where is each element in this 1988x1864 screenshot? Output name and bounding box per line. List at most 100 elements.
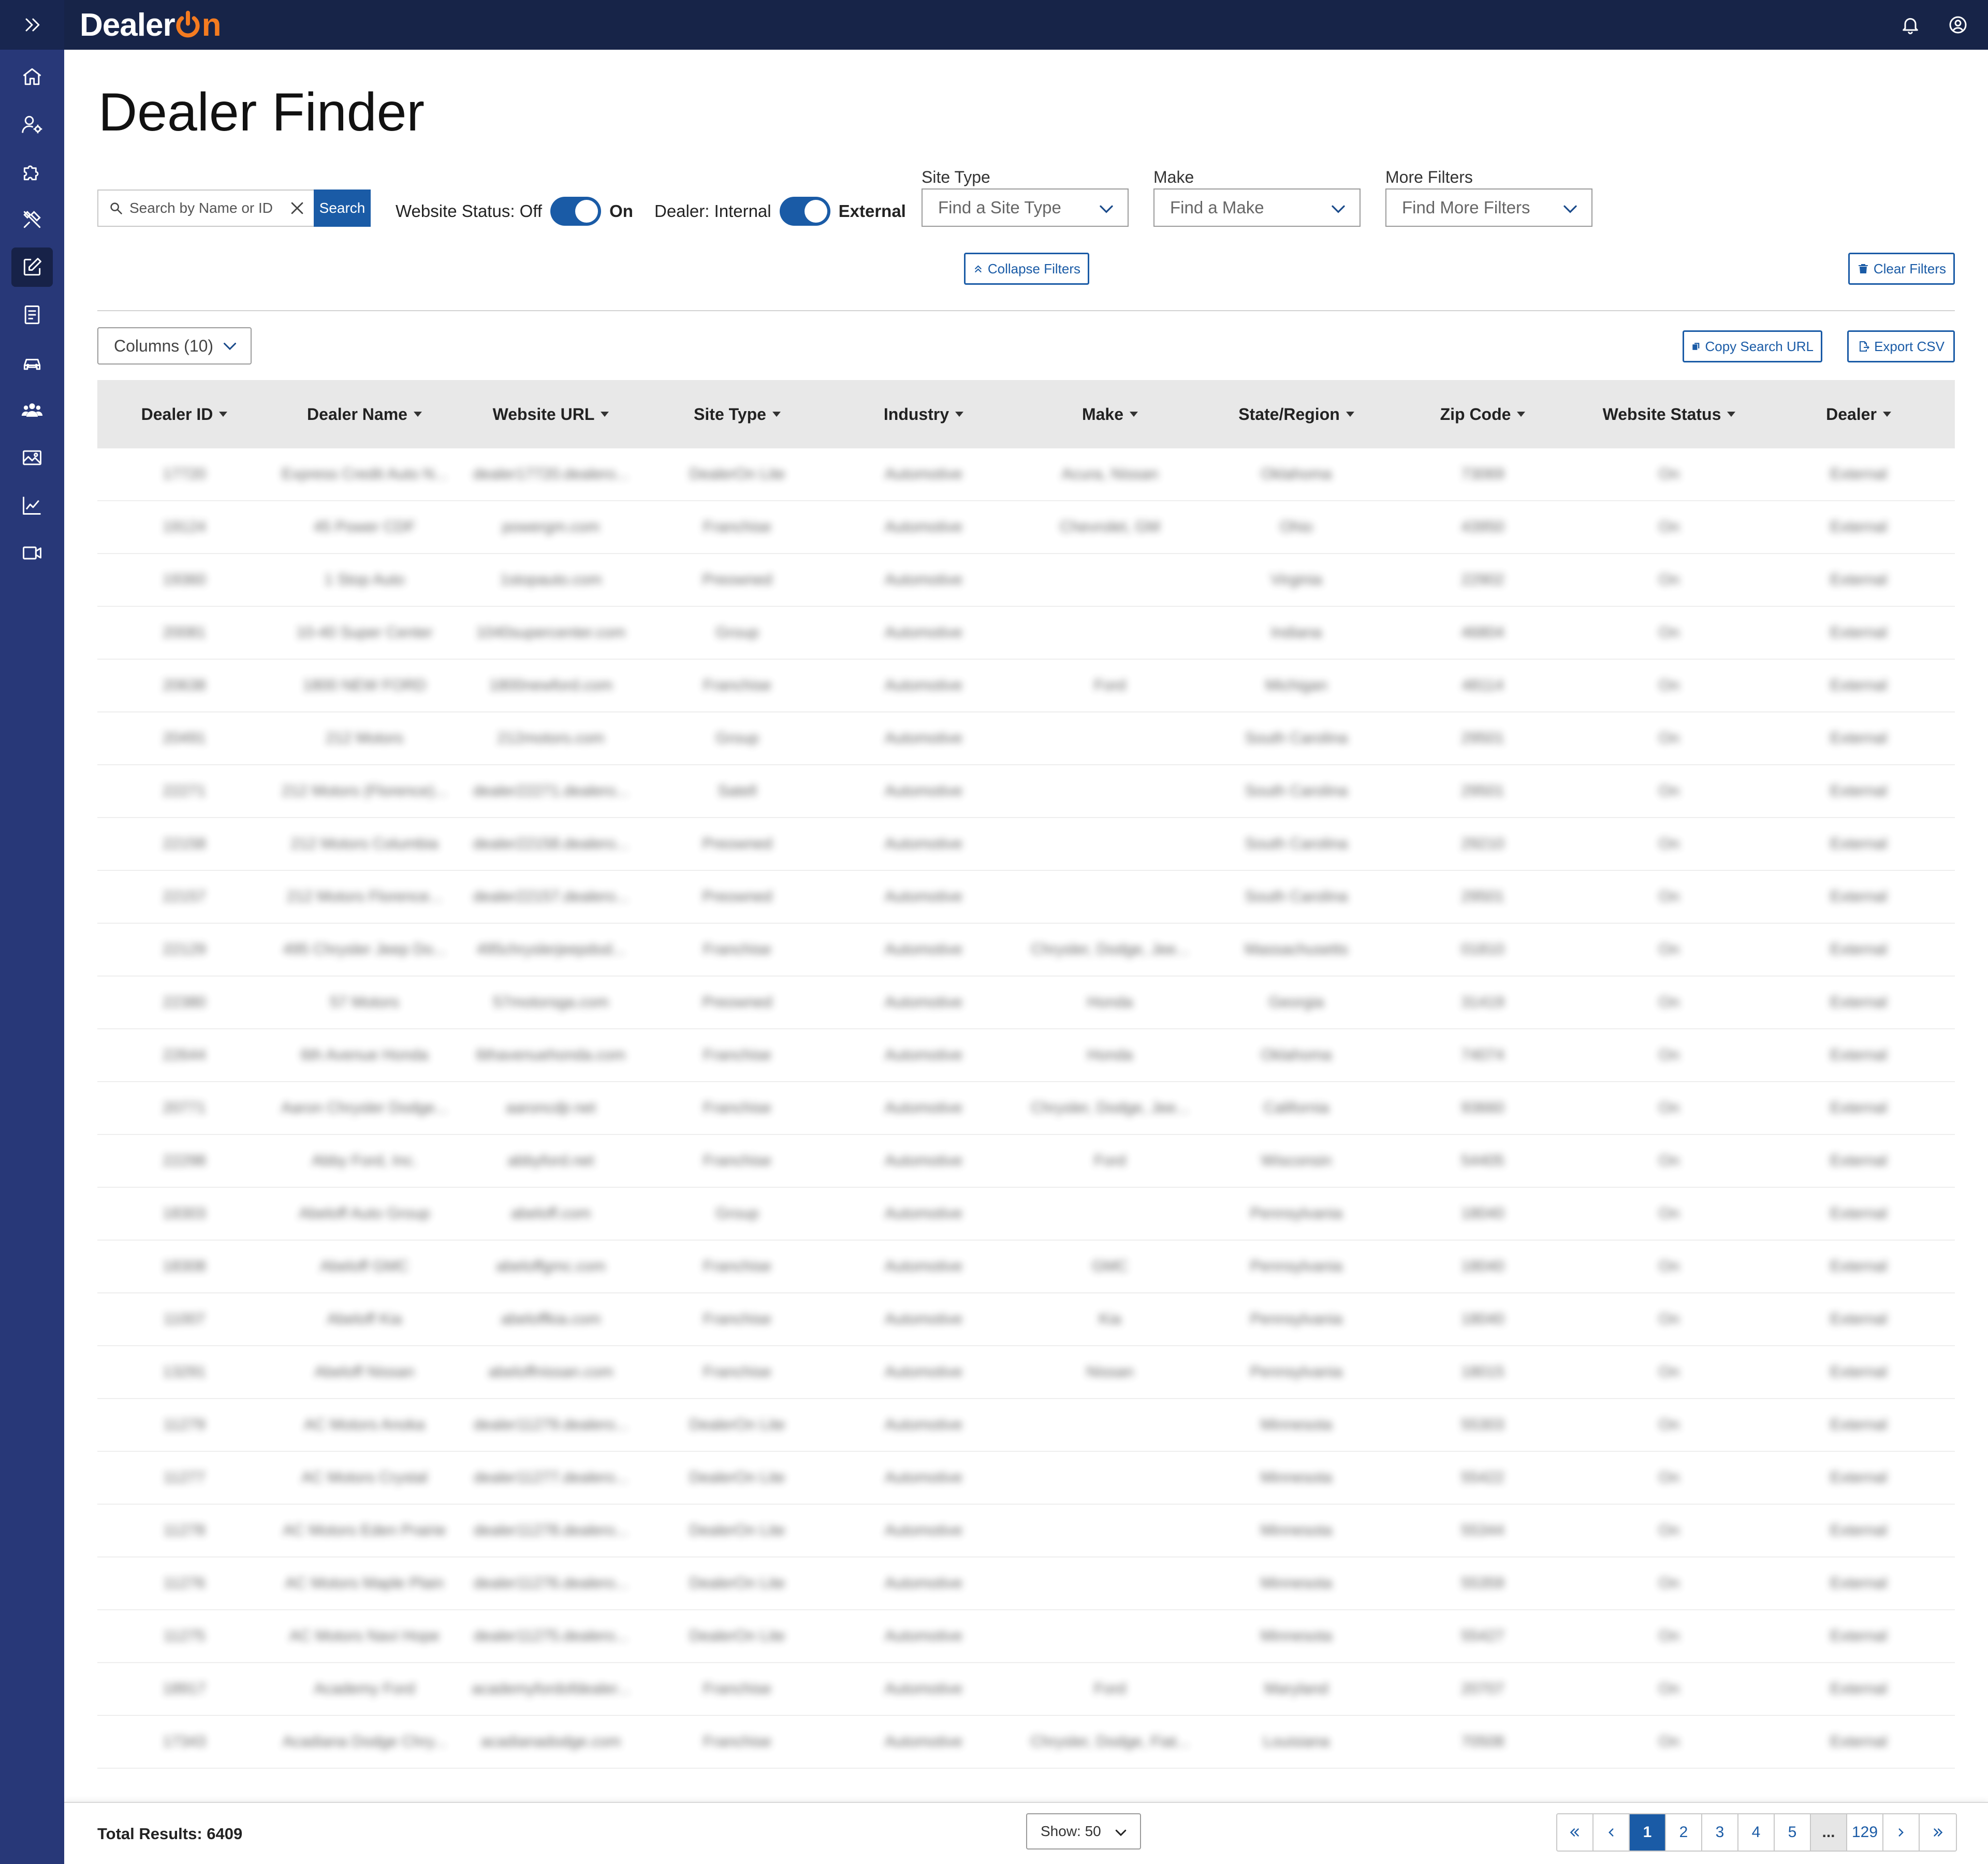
sidebar-item-dealer-finder[interactable] <box>11 247 53 287</box>
table-row[interactable]: 11276 AC Motors Maple Plain dealer11276.de… <box>97 1557 1955 1610</box>
table-row[interactable]: 22298 Abby Ford, Inc. abbyford.net Franchis… <box>97 1135 1955 1188</box>
site-type-select[interactable]: Find a Site Type <box>922 188 1129 227</box>
website-url-cell: powergm.com <box>502 518 600 535</box>
table-row[interactable]: 11007 Abeloff Kia abeloffkia.com Franchise A… <box>97 1293 1955 1346</box>
dealer-cell: External <box>1830 465 1888 483</box>
sidebar-item-documents[interactable] <box>11 295 53 334</box>
notifications-button[interactable] <box>1898 12 1923 37</box>
dealer-cell: External <box>1830 1363 1888 1380</box>
zip-code-cell: 20707 <box>1461 1680 1504 1697</box>
table-row[interactable]: 22644 6th Avenue Honda 6thavenuehonda.com F… <box>97 1029 1955 1082</box>
clear-filters-button[interactable]: Clear Filters <box>1848 253 1955 285</box>
column-header-dealer[interactable]: Dealer <box>1762 405 1955 424</box>
page-button-4[interactable]: 4 <box>1738 1814 1775 1851</box>
column-header-site-type[interactable]: Site Type <box>644 405 830 424</box>
site-type-cell: DealerOn Lite <box>689 1469 785 1486</box>
sidebar-item-video[interactable] <box>11 533 53 573</box>
table-row[interactable]: 11275 AC Motors Navi Hope dealer11275.deal… <box>97 1610 1955 1663</box>
sidebar-item-tools[interactable] <box>11 200 53 239</box>
page-button-1[interactable]: 1 <box>1630 1814 1666 1851</box>
table-row[interactable]: 11277 AC Motors Crystal dealer11277.dealer… <box>97 1452 1955 1505</box>
column-header-industry[interactable]: Industry <box>830 405 1017 424</box>
more-filters-select[interactable]: Find More Filters <box>1385 188 1592 227</box>
column-header-zip-code[interactable]: Zip Code <box>1390 405 1576 424</box>
page-button-129[interactable]: 129 <box>1847 1814 1883 1851</box>
table-row[interactable]: 19124 45 Power CDF powergm.com Franchise Aut… <box>97 501 1955 554</box>
website-url-cell: dealer11276.dealero... <box>473 1575 628 1592</box>
table-row[interactable]: 20771 Aaron Chrysler Dodge... aaroncdjr.ne… <box>97 1082 1955 1135</box>
sidebar-item-user-settings[interactable] <box>11 105 53 144</box>
zip-code-cell: 55359 <box>1461 1575 1504 1592</box>
chart-icon <box>23 497 41 515</box>
account-button[interactable] <box>1946 12 1970 37</box>
search-button[interactable]: Search <box>314 190 371 227</box>
table-row[interactable]: 22271 212 Motors (Florence)... dealer22271… <box>97 765 1955 818</box>
dealer-id-cell: 18303 <box>163 1205 206 1222</box>
website-url-cell: 1800newford.com <box>489 677 613 694</box>
filters-divider <box>97 310 1955 311</box>
industry-cell: Automotive <box>884 1310 963 1328</box>
table-row[interactable]: 18308 Abeloff GMC abeloffgmc.com Franchise A… <box>97 1241 1955 1293</box>
dealer-type-toggle[interactable] <box>779 197 830 226</box>
table-row[interactable]: 11278 AC Motors Eden Prairie dealer11278.d… <box>97 1505 1955 1557</box>
table-row[interactable]: 19360 1 Stop Auto 1stopauto.com Preowned Aut… <box>97 554 1955 607</box>
column-header-website-url[interactable]: Website URL <box>458 405 644 424</box>
table-row[interactable]: 11279 AC Motors Anoka dealer11279.dealero.… <box>97 1399 1955 1452</box>
next-page-button[interactable] <box>1883 1814 1920 1851</box>
dealer-id-cell: 18308 <box>163 1258 206 1275</box>
dealeron-logo[interactable]: Dealer n <box>80 6 221 43</box>
search-input[interactable]: Search by Name or ID <box>97 190 314 227</box>
table-row[interactable]: 22380 57 Motors 57motorsga.com Preowned Auto… <box>97 977 1955 1029</box>
dealer-cell: External <box>1830 518 1888 535</box>
copy-search-url-button[interactable]: Copy Search URL <box>1683 330 1822 362</box>
sidebar-item-home[interactable] <box>11 57 53 96</box>
table-row[interactable]: 18917 Academy Ford academyfordofdealer... F… <box>97 1663 1955 1716</box>
collapse-filters-button[interactable]: Collapse Filters <box>964 253 1089 285</box>
page-size-select[interactable]: Show: 50 <box>1026 1813 1141 1850</box>
website-status-cell: On <box>1658 1416 1680 1433</box>
sidebar-item-inventory[interactable] <box>11 343 53 382</box>
sidebar-item-analytics[interactable] <box>11 486 53 525</box>
state-region-cell: California <box>1263 1099 1329 1116</box>
column-header-dealer-name[interactable]: Dealer Name <box>271 405 458 424</box>
website-status-cell: On <box>1658 1733 1680 1750</box>
sidebar-expand-button[interactable] <box>0 0 64 50</box>
dealer-id-cell: 20638 <box>163 677 206 694</box>
zip-code-cell: 29210 <box>1461 835 1504 852</box>
columns-select[interactable]: Columns (10) <box>97 327 252 365</box>
website-url-cell: dealer22157.dealero... <box>473 888 629 905</box>
previous-page-button[interactable] <box>1594 1814 1630 1851</box>
sidebar-item-media[interactable] <box>11 438 53 477</box>
sidebar-item-integrations[interactable] <box>11 152 53 192</box>
website-status-toggle[interactable] <box>550 197 602 226</box>
table-row[interactable]: 17720 Express Credit Auto N... dealer17720… <box>97 448 1955 501</box>
table-row[interactable]: 17343 Acadiana Dodge Chry... acadianadodge… <box>97 1716 1955 1769</box>
website-status-cell: On <box>1658 941 1680 958</box>
table-row[interactable]: 18303 Abeloff Auto Group abeloff.com Group A… <box>97 1188 1955 1241</box>
page-button-3[interactable]: 3 <box>1702 1814 1738 1851</box>
dealer-id-cell: 11007 <box>163 1310 206 1328</box>
table-row[interactable]: 22157 212 Motors Florence... dealer22157.d… <box>97 871 1955 924</box>
table-row[interactable]: 22129 495 Chrysler Jeep Do... 495chryslerj… <box>97 924 1955 977</box>
column-header-dealer-id[interactable]: Dealer ID <box>97 405 271 424</box>
first-page-button[interactable] <box>1557 1814 1594 1851</box>
page-button-5[interactable]: 5 <box>1775 1814 1811 1851</box>
table-row[interactable]: 20638 1800 NEW FORD 1800newford.com Franchi… <box>97 660 1955 712</box>
table-row[interactable]: 20081 10-40 Super Center 1040supercenter.c… <box>97 607 1955 660</box>
page-button-2[interactable]: 2 <box>1666 1814 1702 1851</box>
clear-search-button[interactable] <box>286 197 309 220</box>
export-csv-button[interactable]: Export CSV <box>1847 330 1955 362</box>
make-cell: Chrysler, Dodge, Fiat... <box>1030 1733 1190 1750</box>
site-type-cell: Franchise <box>703 1363 771 1380</box>
dealer-name-cell: 6th Avenue Honda <box>300 1046 429 1064</box>
document-icon <box>24 305 40 324</box>
column-header-state-region[interactable]: State/Region <box>1203 405 1390 424</box>
make-select[interactable]: Find a Make <box>1153 188 1361 227</box>
sidebar-item-users[interactable] <box>11 390 53 430</box>
table-row[interactable]: 13291 Abeloff Nissan abeloffnissan.com Fran… <box>97 1346 1955 1399</box>
last-page-button[interactable] <box>1920 1814 1956 1851</box>
column-header-make[interactable]: Make <box>1017 405 1203 424</box>
table-row[interactable]: 20491 212 Motors 212motors.com Group Automot… <box>97 712 1955 765</box>
table-row[interactable]: 22158 212 Motors Columbia dealer22158.deal… <box>97 818 1955 871</box>
column-header-website-status[interactable]: Website Status <box>1576 405 1762 424</box>
